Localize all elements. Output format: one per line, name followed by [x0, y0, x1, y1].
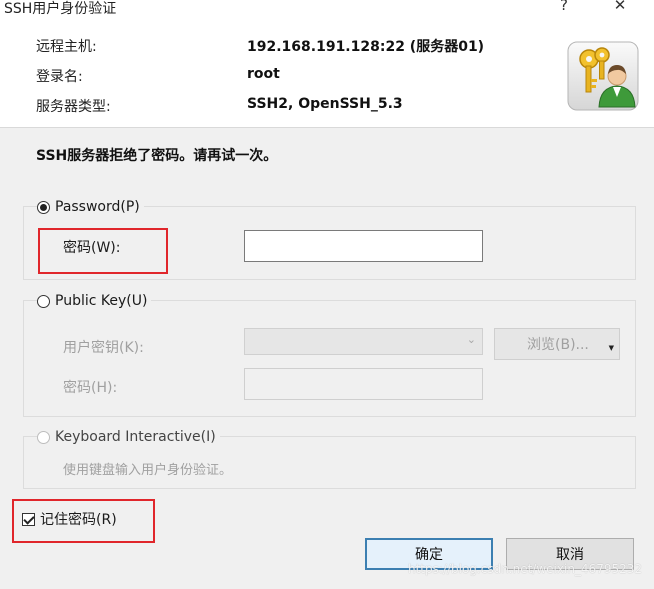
browse-button[interactable]: 浏览(B)... ▼: [494, 328, 620, 360]
server-type-value: SSH2, OpenSSH_5.3: [247, 96, 403, 112]
password-field-label: 密码(W):: [63, 240, 121, 256]
host-label: 远程主机:: [36, 39, 97, 55]
help-button[interactable]: ?: [553, 0, 575, 14]
ok-button-label: 确定: [415, 547, 443, 563]
keyboard-description: 使用键盘输入用户身份验证。: [63, 463, 233, 478]
login-label: 登录名:: [36, 69, 83, 85]
passphrase-input[interactable]: [244, 368, 483, 400]
user-key-label: 用户密钥(K):: [63, 340, 144, 356]
dropdown-arrow-icon: ▼: [608, 344, 614, 352]
publickey-radio-label: Public Key(U): [55, 293, 148, 309]
chevron-down-icon: ⌄: [466, 333, 476, 346]
login-value: root: [247, 66, 280, 82]
keyboard-radio-button[interactable]: [37, 430, 50, 444]
password-radio[interactable]: Password(P): [37, 199, 144, 215]
keyboard-radio-label: Keyboard Interactive(I): [55, 429, 216, 445]
passphrase-label: 密码(H):: [63, 380, 118, 396]
error-message: SSH服务器拒绝了密码。请再试一次。: [36, 148, 278, 164]
password-radio-button[interactable]: [37, 200, 50, 214]
window-title: SSH用户身份验证: [4, 1, 117, 17]
keyboard-radio[interactable]: Keyboard Interactive(I): [37, 429, 220, 445]
publickey-radio-button[interactable]: [37, 294, 50, 308]
host-value: 192.168.191.128:22 (服务器01): [247, 39, 485, 55]
close-button[interactable]: ✕: [609, 0, 631, 14]
cancel-button-label: 取消: [556, 547, 584, 563]
browse-button-label: 浏览(B)...: [527, 337, 589, 353]
password-input[interactable]: [244, 230, 483, 262]
watermark-text: https://blog.csdn.net/weixin_46795232: [407, 562, 642, 576]
user-key-combo[interactable]: ⌄: [244, 328, 483, 355]
publickey-radio[interactable]: Public Key(U): [37, 293, 152, 309]
password-radio-label: Password(P): [55, 199, 140, 215]
remember-password-label: 记住密码(R): [40, 512, 117, 528]
server-type-label: 服务器类型:: [36, 99, 111, 115]
remember-password-checkbox[interactable]: 记住密码(R): [22, 509, 117, 529]
checkbox-box[interactable]: [22, 512, 35, 526]
user-key-icon: [567, 41, 639, 111]
